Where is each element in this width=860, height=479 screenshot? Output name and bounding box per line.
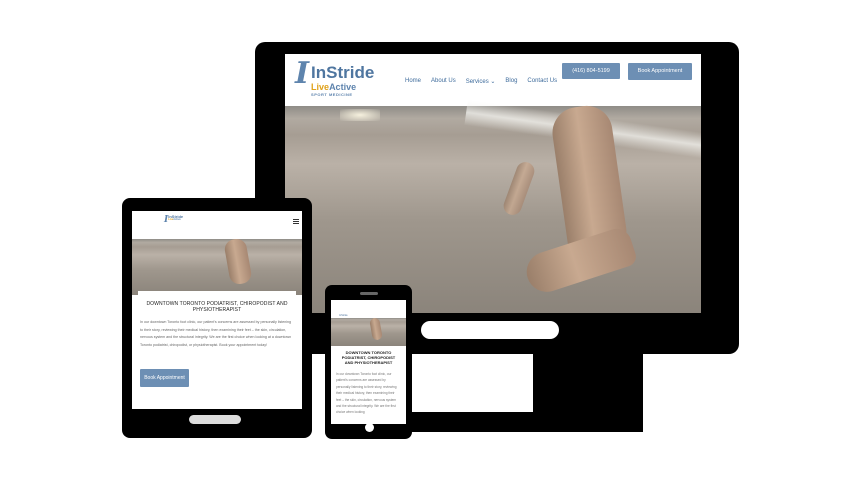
phone-logo-word: InStride — [339, 314, 348, 317]
tablet-content-card: DOWNTOWN TORONTO PODIATRIST, CHIROPODIST… — [138, 291, 296, 405]
phone-logo[interactable]: InStride — [339, 303, 379, 317]
tablet-heading: DOWNTOWN TORONTO PODIATRIST, CHIROPODIST… — [146, 301, 288, 313]
nav-contact[interactable]: Contact Us — [527, 78, 557, 85]
tablet-hero-image — [132, 237, 302, 295]
phone-home-button[interactable] — [365, 423, 374, 432]
phone-heading: DOWNTOWN TORONTO PODIATRIST, CHIROPODIST… — [341, 350, 396, 365]
tablet-body-text: In our downtown Toronto foot clinic, our… — [140, 320, 292, 347]
phone-button[interactable]: (416) 804-5199 — [562, 63, 620, 79]
tablet-logo-tagline: LiveActive — [168, 218, 181, 221]
phone-body-text: In our downtown Toronto foot clinic, our… — [336, 372, 397, 415]
desktop-header: I InStride LiveActive SPORT MEDICINE Hom… — [285, 54, 701, 106]
nav-blog[interactable]: Blog — [505, 78, 517, 85]
book-appointment-button[interactable]: Book Appointment — [628, 63, 692, 80]
tablet-book-button[interactable]: Book Appointment — [140, 369, 189, 387]
desktop-screen: I InStride LiveActive SPORT MEDICINE Hom… — [285, 54, 701, 313]
logo-mark-icon: I — [295, 56, 310, 91]
nav-home[interactable]: Home — [405, 78, 421, 85]
tablet-hero-leg — [223, 237, 253, 286]
nav-services[interactable]: Services ⌄ — [466, 78, 496, 85]
desktop-nav: Home About Us Services ⌄ Blog Contact Us — [405, 78, 557, 85]
tablet-logo[interactable]: I InStride LiveActive — [164, 215, 183, 226]
phone-speaker — [360, 292, 378, 295]
logo-tagline: LiveActive — [311, 82, 357, 92]
hero-back-leg — [501, 159, 537, 218]
phone-screen: InStride DOWNTOWN TORONTO PODIATRIST, CH… — [331, 300, 406, 424]
tablet-home-button[interactable] — [189, 415, 241, 424]
monitor-logo-pill — [421, 321, 559, 339]
monitor-stand-cutout — [405, 354, 533, 412]
logo-word: InStride — [311, 63, 375, 82]
hamburger-icon[interactable] — [293, 218, 299, 225]
nav-about[interactable]: About Us — [431, 78, 456, 85]
desktop-logo[interactable]: I InStride LiveActive SPORT MEDICINE — [295, 56, 375, 98]
logo-sub: SPORT MEDICINE — [311, 92, 353, 97]
hero-image — [285, 99, 701, 313]
phone-hero-leg — [369, 317, 383, 341]
tablet-screen: I InStride LiveActive DOWNTOWN TORONTO P… — [132, 211, 302, 409]
hero-sunlight — [340, 109, 380, 121]
phone-hero-image — [331, 317, 406, 346]
